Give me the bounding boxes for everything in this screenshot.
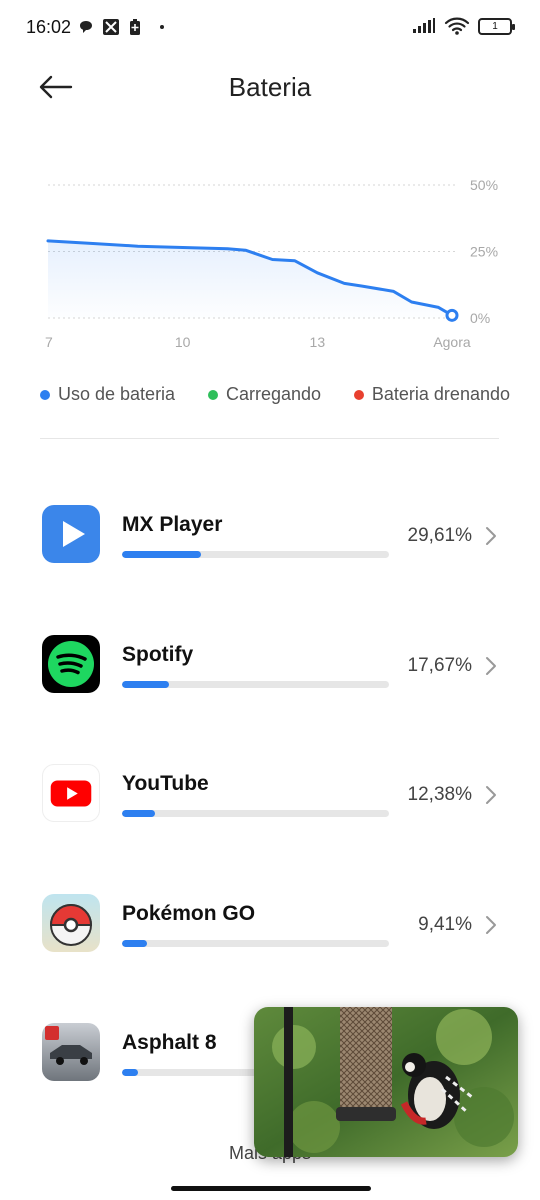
usage-bar-fill	[122, 1069, 139, 1076]
picture-in-picture-video[interactable]	[254, 1007, 518, 1157]
header: Bateria	[0, 56, 540, 120]
status-time: 16:02	[26, 17, 72, 37]
battery-usage-chart-svg: 50% 25% 0% 7 10 13 Agora	[45, 177, 498, 350]
legend-label: Bateria drenando	[371, 384, 510, 404]
usage-bar	[122, 810, 389, 817]
app-name: Spotify	[122, 642, 194, 666]
x-tick-label: 7	[45, 334, 53, 350]
chart-legend: Uso de bateria Carregando Bateria drenan…	[40, 384, 510, 405]
current-point-marker	[445, 308, 459, 322]
battery-usage-chart: 50% 25% 0% 7 10 13 Agora	[0, 160, 540, 360]
app-usage-percent: 9,41%	[418, 913, 472, 935]
legend-item-charging: Carregando	[207, 384, 322, 405]
y-tick-label: 50%	[470, 177, 498, 193]
usage-bar-fill	[122, 551, 202, 558]
chevron-right-icon	[486, 656, 496, 675]
app-name: Asphalt 8	[122, 1031, 217, 1054]
more-notifications-dot	[160, 25, 164, 29]
chart-series	[46, 239, 459, 322]
legend-dot-charging	[207, 389, 218, 400]
legend-dot-battery-usage	[40, 389, 50, 400]
spotify-icon	[42, 634, 100, 693]
mx-player-icon	[42, 505, 100, 563]
usage-bar-fill	[122, 939, 148, 947]
app-usage-percent: 29,61%	[407, 525, 472, 546]
app-row-pokemon-go[interactable]: Pokémon GO 9,41%	[0, 859, 540, 989]
usage-bar-fill	[122, 680, 170, 688]
chevron-right-icon	[486, 527, 496, 545]
divider	[40, 438, 499, 439]
home-indicator[interactable]	[171, 1186, 371, 1191]
x-tick-label: 10	[175, 334, 191, 350]
pokemon-go-icon	[42, 893, 100, 952]
app-row-mx-player[interactable]: MX Player 29,61%	[0, 470, 540, 600]
usage-bar-fill	[122, 810, 156, 817]
x-tick-label: 13	[310, 334, 326, 350]
app-row-spotify[interactable]: Spotify 17,67%	[0, 600, 540, 730]
youtube-icon	[42, 764, 100, 822]
chat-notification-icon	[80, 21, 92, 33]
x-tick-label: Agora	[433, 334, 471, 350]
legend-item-battery-draining: Bateria drenando	[353, 384, 510, 405]
app-usage-percent: 17,67%	[407, 654, 472, 676]
asphalt-8-icon	[42, 1023, 100, 1081]
chevron-right-icon	[486, 786, 496, 804]
chart-x-ticks: 7 10 13 Agora	[45, 334, 471, 350]
y-tick-label: 25%	[470, 244, 498, 260]
legend-dot-battery-draining	[353, 389, 364, 400]
y-tick-label: 0%	[470, 310, 490, 326]
video-frame-image	[254, 1007, 518, 1157]
page-title: Bateria	[228, 72, 312, 102]
battery-icon: 1	[478, 17, 515, 35]
app-name: MX Player	[122, 513, 223, 536]
status-bar: 16:02 1	[0, 0, 540, 56]
legend-label: Carregando	[225, 384, 322, 404]
app-usage-percent: 12,38%	[407, 784, 472, 805]
usage-bar	[122, 939, 389, 947]
legend-item-battery-usage: Uso de bateria	[40, 384, 175, 405]
wifi-icon	[444, 17, 470, 35]
app-name: YouTube	[122, 772, 209, 795]
chart-y-ticks: 50% 25% 0%	[470, 177, 498, 326]
app-name: Pokémon GO	[122, 901, 256, 925]
app-notification-icon	[103, 19, 119, 35]
usage-bar	[122, 680, 389, 688]
chevron-right-icon	[486, 915, 496, 934]
battery-saver-icon	[130, 19, 140, 35]
usage-bar	[122, 551, 389, 558]
legend-label: Uso de bateria	[58, 384, 176, 404]
signal-icon	[413, 18, 435, 33]
app-row-youtube[interactable]: YouTube 12,38%	[0, 729, 540, 859]
